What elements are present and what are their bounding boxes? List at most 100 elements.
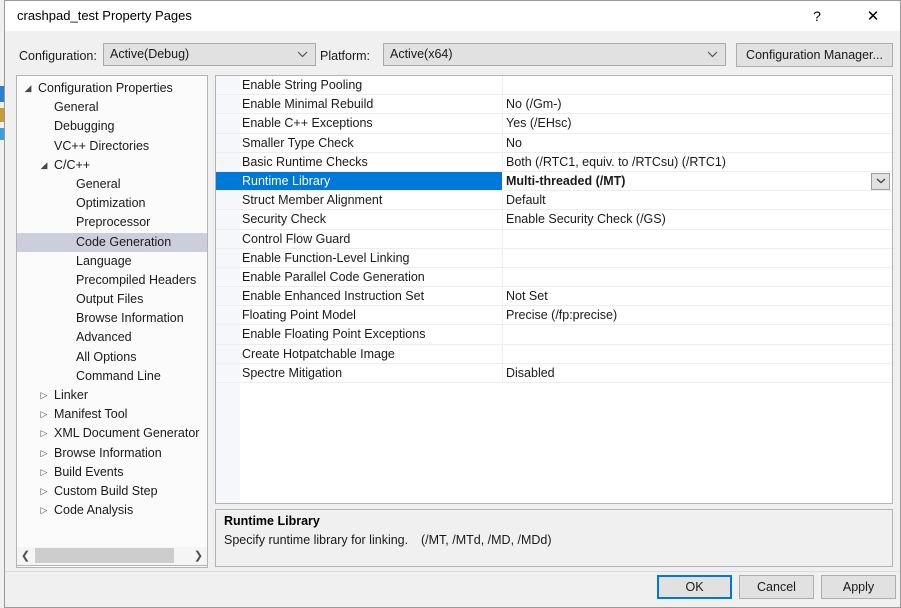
tree-item[interactable]: ◢C/C++	[17, 156, 207, 175]
column-divider	[502, 95, 503, 113]
tree-item[interactable]: General	[17, 175, 207, 194]
expander-expanded-icon[interactable]: ◢	[38, 156, 50, 175]
column-divider	[502, 287, 503, 305]
tree-item[interactable]: Command Line	[17, 367, 207, 386]
cancel-button[interactable]: Cancel	[739, 575, 814, 599]
scroll-right-icon[interactable]: ❯	[190, 547, 207, 564]
apply-button[interactable]: Apply	[821, 575, 896, 599]
property-row[interactable]: Enable String Pooling	[216, 76, 892, 95]
property-name: Enable String Pooling	[242, 76, 500, 94]
property-grid[interactable]: Enable String PoolingEnable Minimal Rebu…	[215, 75, 893, 504]
property-value[interactable]: Yes (/EHsc)	[506, 114, 890, 132]
row-gutter	[216, 172, 240, 190]
row-gutter	[216, 134, 240, 152]
property-row[interactable]: Enable Minimal RebuildNo (/Gm-)	[216, 95, 892, 114]
tree-item[interactable]: Precompiled Headers	[17, 271, 207, 290]
tree-item-label: Language	[76, 252, 132, 271]
property-row[interactable]: Enable C++ ExceptionsYes (/EHsc)	[216, 114, 892, 133]
property-value[interactable]: Default	[506, 191, 890, 209]
footer-divider	[5, 571, 900, 572]
property-row[interactable]: Enable Parallel Code Generation	[216, 268, 892, 287]
expander-expanded-icon[interactable]: ◢	[22, 79, 34, 98]
tree-item[interactable]: Debugging	[17, 117, 207, 136]
column-divider	[502, 114, 503, 132]
expander-collapsed-icon[interactable]: ▷	[38, 386, 50, 405]
property-value[interactable]: No	[506, 134, 890, 152]
property-value[interactable]	[506, 325, 890, 343]
tree-item[interactable]: All Options	[17, 348, 207, 367]
tree-item[interactable]: Browse Information	[17, 309, 207, 328]
row-gutter	[216, 76, 240, 94]
close-icon[interactable]: ✕	[850, 1, 896, 31]
row-gutter	[216, 364, 240, 382]
property-name: Struct Member Alignment	[242, 191, 500, 209]
property-row[interactable]: Enable Floating Point Exceptions	[216, 325, 892, 344]
expander-collapsed-icon[interactable]: ▷	[38, 482, 50, 501]
tree-item[interactable]: Preprocessor	[17, 213, 207, 232]
property-value[interactable]: Both (/RTC1, equiv. to /RTCsu) (/RTC1)	[506, 153, 890, 171]
property-row[interactable]: Smaller Type Check No	[216, 134, 892, 153]
property-row[interactable]: Spectre MitigationDisabled	[216, 364, 892, 383]
column-divider	[502, 364, 503, 382]
column-divider	[502, 306, 503, 324]
column-divider	[502, 210, 503, 228]
tree-horizontal-scrollbar[interactable]: ❮ ❯	[16, 547, 208, 566]
property-value[interactable]	[506, 76, 890, 94]
expander-collapsed-icon[interactable]: ▷	[38, 463, 50, 482]
value-dropdown-button[interactable]	[871, 173, 890, 190]
property-value[interactable]	[506, 249, 890, 267]
tree-item-label: Optimization	[76, 194, 145, 213]
configuration-tree[interactable]: ◢Configuration PropertiesGeneralDebuggin…	[16, 75, 208, 568]
property-value[interactable]: Precise (/fp:precise)	[506, 306, 890, 324]
property-name: Enable Floating Point Exceptions	[242, 325, 500, 343]
tree-item[interactable]: Language	[17, 252, 207, 271]
tree-item[interactable]: Code Generation	[17, 233, 207, 252]
property-row[interactable]: Floating Point ModelPrecise (/fp:precise…	[216, 306, 892, 325]
property-value[interactable]: No (/Gm-)	[506, 95, 890, 113]
property-row[interactable]: Struct Member Alignment Default	[216, 191, 892, 210]
property-name: Smaller Type Check	[242, 134, 500, 152]
property-value[interactable]: Disabled	[506, 364, 890, 382]
scroll-left-icon[interactable]: ❮	[17, 547, 34, 564]
expander-collapsed-icon[interactable]: ▷	[38, 424, 50, 443]
property-row[interactable]: Basic Runtime ChecksBoth (/RTC1, equiv. …	[216, 153, 892, 172]
property-value[interactable]: Multi-threaded (/MT)	[506, 172, 890, 190]
chevron-down-icon	[707, 44, 718, 65]
property-row[interactable]: Runtime LibraryMulti-threaded (/MT)	[216, 172, 892, 191]
tree-item-label: Custom Build Step	[54, 482, 158, 501]
tree-item[interactable]: ▷Browse Information	[17, 444, 207, 463]
tree-item-label: Code Generation	[76, 233, 171, 252]
configuration-dropdown[interactable]: Active(Debug)	[103, 43, 316, 66]
tree-item[interactable]: ▷Linker	[17, 386, 207, 405]
tree-item[interactable]: ▷Manifest Tool	[17, 405, 207, 424]
property-row[interactable]: Create Hotpatchable Image	[216, 345, 892, 364]
tree-item[interactable]: ▷Code Analysis	[17, 501, 207, 520]
tree-item[interactable]: ▷Build Events	[17, 463, 207, 482]
tree-item[interactable]: ◢Configuration Properties	[17, 79, 207, 98]
property-value[interactable]: Not Set	[506, 287, 890, 305]
tree-item[interactable]: VC++ Directories	[17, 137, 207, 156]
property-value[interactable]	[506, 345, 890, 363]
property-value[interactable]: Enable Security Check (/GS)	[506, 210, 890, 228]
property-row[interactable]: Enable Function-Level Linking	[216, 249, 892, 268]
property-value[interactable]	[506, 230, 890, 248]
configuration-manager-button[interactable]: Configuration Manager...	[736, 43, 893, 67]
expander-collapsed-icon[interactable]: ▷	[38, 501, 50, 520]
tree-item[interactable]: Output Files	[17, 290, 207, 309]
property-row[interactable]: Security CheckEnable Security Check (/GS…	[216, 210, 892, 229]
row-gutter	[216, 249, 240, 267]
scrollbar-thumb[interactable]	[35, 548, 174, 563]
help-icon[interactable]: ?	[794, 1, 840, 31]
expander-collapsed-icon[interactable]: ▷	[38, 405, 50, 424]
expander-collapsed-icon[interactable]: ▷	[38, 444, 50, 463]
tree-item[interactable]: ▷XML Document Generator	[17, 424, 207, 443]
platform-dropdown[interactable]: Active(x64)	[383, 43, 726, 66]
tree-item[interactable]: Advanced	[17, 328, 207, 347]
property-row[interactable]: Control Flow Guard	[216, 230, 892, 249]
ok-button[interactable]: OK	[657, 575, 732, 599]
property-row[interactable]: Enable Enhanced Instruction SetNot Set	[216, 287, 892, 306]
tree-item[interactable]: General	[17, 98, 207, 117]
property-value[interactable]	[506, 268, 890, 286]
tree-item[interactable]: Optimization	[17, 194, 207, 213]
tree-item[interactable]: ▷Custom Build Step	[17, 482, 207, 501]
